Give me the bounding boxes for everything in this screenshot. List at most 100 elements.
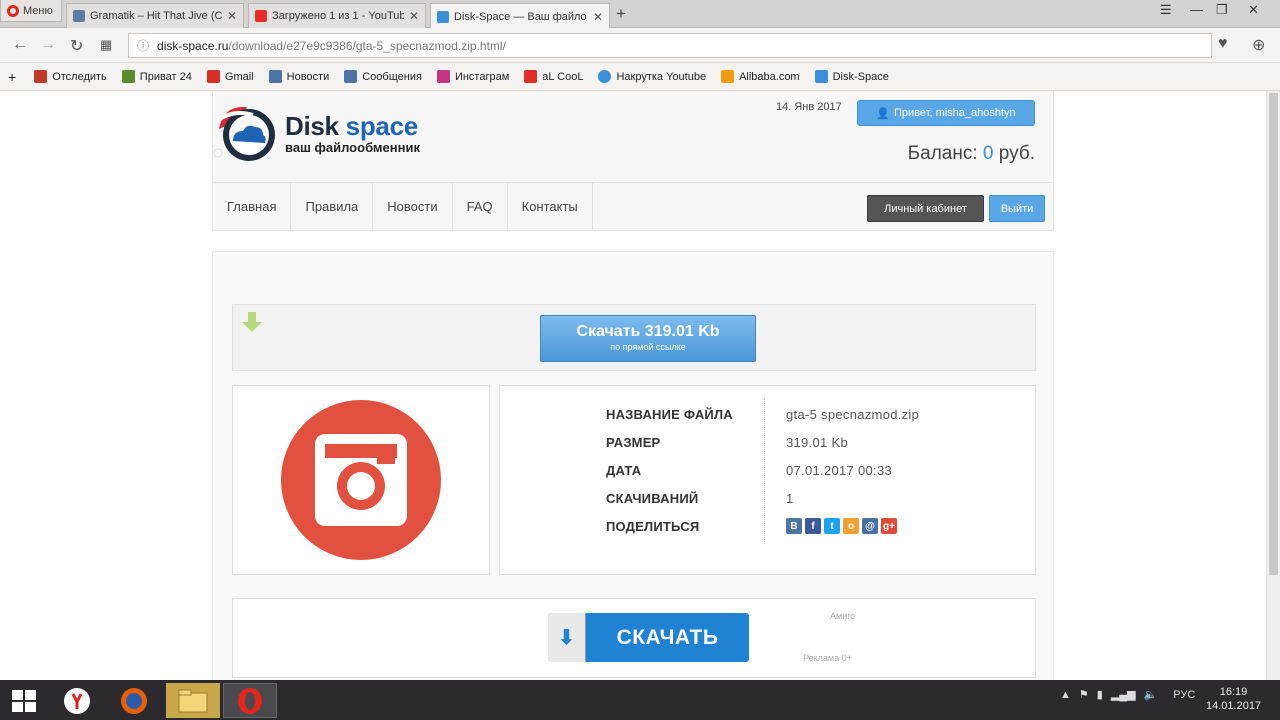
nav-news[interactable]: Новости	[373, 183, 453, 231]
opera-menu-button[interactable]: Меню	[0, 0, 62, 22]
bookmark-item[interactable]: Alibaba.com	[721, 70, 800, 83]
ad-text-amigo[interactable]: Амиго	[830, 611, 855, 621]
file-icon-box	[232, 385, 490, 575]
volume-icon[interactable]: 🔈	[1144, 688, 1158, 701]
info-key: НАЗВАНИЕ ФАЙЛА	[606, 406, 733, 422]
mailru-icon[interactable]: @	[862, 518, 878, 534]
clock[interactable]: 16:19 14.01.2017	[1206, 685, 1261, 713]
heart-icon[interactable]: ♥	[1218, 35, 1228, 53]
info-row: НАЗВАНИЕ ФАЙЛА gta-5 specnazmod.zip	[606, 400, 919, 428]
logo-cloud-icon	[213, 106, 275, 161]
tab-bar: Меню Gramatik – Hit That Jive (C ✕ Загру…	[0, 0, 1280, 29]
network-icon[interactable]: ▂▄▆	[1111, 688, 1136, 701]
odnoklassniki-icon[interactable]: o	[843, 518, 859, 534]
bookmark-label: aL CooL	[542, 70, 584, 83]
taskbar: ▲ ⚑ ▮ ▂▄▆ 🔈 РУС 16:19 14.01.2017	[0, 680, 1280, 720]
close-icon[interactable]: ✕	[409, 9, 419, 23]
yandex-browser-icon[interactable]	[50, 683, 104, 718]
site-header: Disk space ваш файлообменник 14. Янв 201…	[212, 91, 1054, 231]
download-button-subtitle: по прямой ссылке	[610, 342, 686, 352]
back-icon[interactable]: ←	[12, 36, 28, 54]
firefox-icon[interactable]	[107, 683, 161, 718]
file-explorer-icon[interactable]	[166, 683, 220, 718]
download-status-icon[interactable]: ⊕	[1252, 35, 1265, 55]
close-window-icon[interactable]: ✕	[1248, 2, 1259, 18]
bookmarks-bar: + Отследить Приват 24 Gmail Новости Сооб…	[0, 63, 1280, 91]
track-icon	[34, 70, 48, 83]
reload-icon[interactable]: ↻	[70, 36, 83, 56]
direct-download-button[interactable]: Скачать 319.01 Kb по прямой ссылке	[540, 315, 756, 362]
notification-icon[interactable]: ⚑	[1079, 688, 1089, 701]
info-key: ДАТА	[606, 462, 642, 478]
opera-taskbar-icon[interactable]	[223, 683, 277, 718]
add-bookmark-icon[interactable]: +	[8, 69, 16, 85]
nav-contacts[interactable]: Контакты	[508, 183, 593, 231]
facebook-icon[interactable]: f	[805, 518, 821, 534]
bookmark-item[interactable]: Накрутка Youtube	[598, 70, 706, 83]
tab-youtube[interactable]: Загружено 1 из 1 - YouTub ✕	[248, 3, 426, 28]
bookmark-label: Gmail	[224, 70, 254, 83]
alibaba-icon	[721, 70, 735, 83]
bookmark-item[interactable]: aL CooL	[524, 70, 583, 83]
vk-icon	[268, 70, 282, 83]
youtube-icon	[524, 70, 538, 83]
tab-title: Disk-Space — Ваш файло	[454, 10, 587, 23]
maximize-icon[interactable]: ❐	[1216, 2, 1228, 18]
new-tab-button[interactable]: +	[616, 4, 626, 24]
info-value: 1	[786, 490, 794, 506]
tab-menu-icon[interactable]: ☰	[1160, 2, 1172, 18]
disk-space-icon	[814, 70, 828, 83]
info-row: РАЗМЕР 319.01 Kb	[606, 428, 848, 456]
tab-gramatik[interactable]: Gramatik – Hit That Jive (C ✕	[66, 3, 244, 28]
bookmark-item[interactable]: Отследить	[34, 70, 107, 83]
privat-icon	[121, 70, 135, 83]
page-scrollbar[interactable]	[1266, 91, 1280, 680]
bookmark-item[interactable]: Приват 24	[121, 70, 192, 83]
bookmark-item[interactable]: Disk-Space	[814, 70, 889, 83]
vk-icon[interactable]: B	[786, 518, 802, 534]
scrollbar-thumb[interactable]	[1269, 93, 1278, 575]
site-logo[interactable]: Disk space ваш файлообменник	[213, 99, 447, 163]
greeting-label: Привет, misha_ahoshtyn	[894, 107, 1016, 119]
share-buttons: B f t o @ g+	[786, 518, 897, 534]
ad-disclaimer: Реклама 0+	[803, 653, 852, 663]
url-path: /download/e27e9c9386/gta-5_specnazmod.zi…	[228, 38, 506, 53]
ad-download-button[interactable]: ⬇ СКАЧАТЬ	[548, 613, 749, 662]
bookmark-label: Инстаграм	[454, 70, 510, 83]
info-row: ДАТА 07.01.2017 00:33	[606, 456, 892, 484]
nav-rules[interactable]: Правила	[291, 183, 374, 231]
bookmark-item[interactable]: Инстаграм	[436, 70, 510, 83]
info-key: РАЗМЕР	[606, 434, 661, 450]
logo-space: space	[345, 111, 419, 141]
googleplus-icon[interactable]: g+	[881, 518, 897, 534]
chevron-up-icon[interactable]: ▲	[1060, 689, 1071, 701]
bookmark-item[interactable]: Сообщения	[344, 70, 422, 83]
balance-value: 0	[982, 143, 994, 164]
ad-block: ⬇ СКАЧАТЬ Амиго Реклама 0+	[232, 598, 1036, 678]
power-icon[interactable]: ▮	[1097, 688, 1103, 701]
greeting-button[interactable]: 👤 Привет, misha_ahoshtyn	[857, 100, 1035, 126]
minimize-icon[interactable]: —	[1190, 2, 1203, 17]
bookmark-item[interactable]: Gmail	[206, 70, 254, 83]
nav-home[interactable]: Главная	[213, 183, 292, 231]
twitter-icon[interactable]: t	[824, 518, 840, 534]
tab-title: Gramatik – Hit That Jive (C	[90, 10, 222, 22]
cabinet-button[interactable]: Личный кабинет	[867, 195, 984, 222]
address-input[interactable]: ⓘ disk-space.ru/download/e27e9c9386/gta-…	[128, 33, 1212, 58]
nav-faq[interactable]: FAQ	[453, 183, 508, 231]
download-button-title: Скачать 319.01 Kb	[576, 323, 720, 340]
direct-download-box: Скачать 319.01 Kb по прямой ссылке	[232, 304, 1036, 371]
bookmark-item[interactable]: Новости	[268, 70, 329, 83]
language-indicator[interactable]: РУС	[1173, 689, 1195, 701]
tab-disk-space[interactable]: Disk-Space — Ваш файло ✕	[430, 3, 610, 29]
bookmark-label: Сообщения	[362, 70, 422, 83]
balance: Баланс: 0 руб.	[908, 143, 1035, 165]
opera-logo-icon	[7, 4, 19, 17]
speed-dial-icon[interactable]: ▦	[100, 37, 112, 53]
logout-button[interactable]: Выйти	[989, 195, 1045, 222]
close-icon[interactable]: ✕	[227, 9, 237, 23]
page-info-icon[interactable]: ⓘ	[137, 37, 149, 54]
close-icon[interactable]: ✕	[593, 10, 603, 24]
windows-start-icon[interactable]	[12, 690, 36, 712]
forward-icon[interactable]: →	[40, 36, 56, 54]
